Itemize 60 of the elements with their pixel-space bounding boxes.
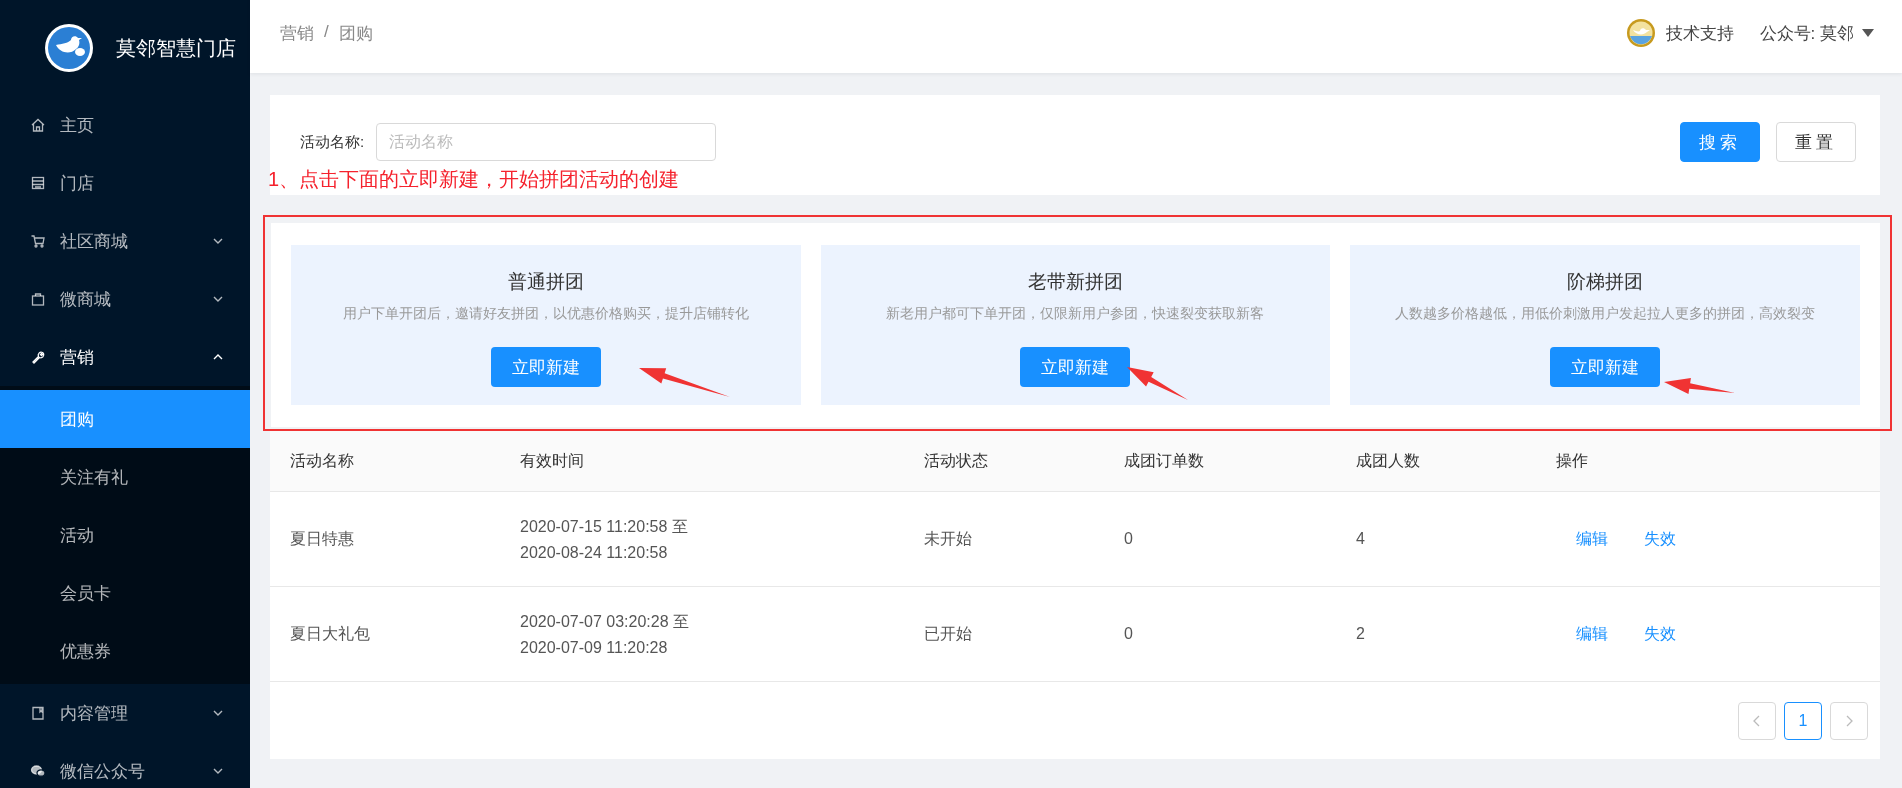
table-cell-text: 0 <box>1124 530 1134 548</box>
submenu-item[interactable]: 关注有礼 <box>0 448 250 506</box>
account-dropdown[interactable]: 公众号: 莫邻 <box>1759 21 1874 45</box>
bag-icon <box>30 291 46 307</box>
card-description: 人数越多价格越低，用低价刺激用户发起拉人更多的拼团，高效裂变 <box>1395 305 1816 323</box>
column-header: 有效时间 <box>520 450 585 471</box>
reset-button[interactable]: 重置 <box>1776 122 1856 162</box>
column-header: 活动名称 <box>290 450 355 471</box>
table-cell-text: 0 <box>1124 625 1134 643</box>
submenu-item[interactable]: 优惠券 <box>0 622 250 680</box>
menu-item[interactable]: 主页 <box>0 96 250 154</box>
table-cell-text: 4 <box>1356 530 1366 548</box>
cart-icon <box>30 233 46 249</box>
card-title: 老带新拼团 <box>1028 270 1123 294</box>
card-title: 阶梯拼团 <box>1567 270 1644 294</box>
home-icon <box>30 117 46 133</box>
table-cell-text: 夏日特惠 <box>290 528 355 549</box>
submenu-item[interactable]: 会员卡 <box>0 564 250 622</box>
breadcrumb-item[interactable]: 团购 <box>338 22 373 45</box>
table-cell-text: 2020-07-09 11:20:28 <box>520 638 669 657</box>
bird-logo-icon <box>44 23 94 73</box>
next-page-button[interactable] <box>1830 702 1868 740</box>
card-description: 新老用户都可下单开团，仅限新用户参团，快速裂变获取新客 <box>886 305 1265 323</box>
chevron-right-icon <box>1844 715 1854 727</box>
annotation-text: 1、点击下面的立即新建，开始拼团活动的创建 <box>268 167 680 192</box>
table-cell-text: 夏日大礼包 <box>290 623 371 644</box>
table-cell-text: 未开始 <box>924 528 973 549</box>
arrow <box>1127 367 1188 400</box>
card-title: 普通拼团 <box>507 270 584 294</box>
breadcrumb-separator: / <box>324 22 329 43</box>
chat-icon <box>30 763 46 779</box>
chevron-left-icon <box>1752 715 1762 727</box>
column-header: 操作 <box>1556 450 1589 471</box>
submenu-item[interactable]: 活动 <box>0 506 250 564</box>
wrench-icon <box>30 349 46 365</box>
menu-item[interactable]: 内容管理 <box>0 684 250 742</box>
prev-page-button[interactable] <box>1738 702 1776 740</box>
field-label: 活动名称: <box>300 132 365 152</box>
menu-item[interactable]: 营销 <box>0 328 250 386</box>
column-header: 成团订单数 <box>1124 450 1205 471</box>
brand-name: 莫邻智慧门店 <box>116 35 236 61</box>
card-description: 用户下单开团后，邀请好友拼团，以优惠价格购买，提升店铺转化 <box>342 305 749 323</box>
store-icon <box>30 175 46 191</box>
table-cell-text: 2020-07-07 03:20:28 至 <box>520 611 690 632</box>
bird-avatar-icon <box>1625 18 1656 48</box>
menu-item[interactable]: 微信公众号 <box>0 742 250 788</box>
table-cell-text: 2 <box>1356 625 1366 643</box>
column-header: 成团人数 <box>1356 450 1421 471</box>
breadcrumb-item[interactable]: 营销 <box>280 22 314 45</box>
table-cell-text: 2020-07-15 11:20:58 至 <box>520 516 689 537</box>
menu-item[interactable]: 微商城 <box>0 270 250 328</box>
column-header: 活动状态 <box>924 450 989 471</box>
menu-item[interactable]: 社区商城 <box>0 212 250 270</box>
name-input-field[interactable]: 活动名称 <box>376 123 717 161</box>
table-cell-text: 已开始 <box>924 623 973 644</box>
menu-item[interactable]: 门店 <box>0 154 250 212</box>
table-cell-text: 2020-08-24 11:20:58 <box>520 543 669 562</box>
support-link[interactable]: 技术支持 <box>1665 21 1734 45</box>
arrow <box>1664 378 1735 394</box>
book-icon <box>30 705 46 721</box>
